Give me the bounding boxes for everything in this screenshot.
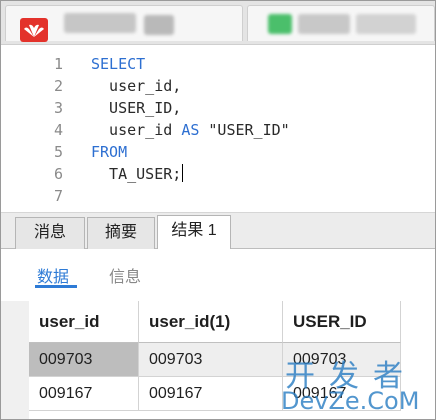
text-caret — [182, 164, 184, 182]
active-tab-underline — [35, 285, 77, 288]
column-header[interactable]: USER_ID — [283, 301, 401, 343]
table-cell[interactable]: 009703 — [283, 343, 401, 377]
blurred-tab-title — [64, 13, 136, 33]
row-header-gutter — [1, 301, 29, 419]
blurred-tab-icon — [268, 14, 292, 34]
line-number: 3 — [53, 99, 63, 117]
code-line-7: 7 — [1, 185, 435, 207]
line-number: 2 — [53, 77, 63, 95]
sql-keyword: AS — [181, 121, 200, 139]
code-text: FROM — [91, 141, 127, 163]
code-text: USER_ID, — [91, 99, 182, 117]
line-number: 6 — [53, 165, 63, 183]
blurred-tab-title — [144, 15, 174, 35]
line-number: 4 — [53, 121, 63, 139]
blurred-tab-title — [298, 14, 350, 34]
line-number: 5 — [53, 143, 63, 161]
sql-keyword: FROM — [91, 143, 128, 161]
blurred-tab-title — [356, 14, 416, 34]
code-fragment: TA_USER; — [91, 165, 182, 183]
result-grid[interactable]: user_id user_id(1) USER_ID 009703 009703… — [1, 301, 435, 419]
code-text: user_id AS "USER_ID" — [91, 119, 290, 141]
tab-result-1[interactable]: 结果 1 — [157, 215, 231, 250]
window-tab-1[interactable] — [5, 5, 243, 42]
code-text: SELECT — [91, 53, 145, 75]
table-cell[interactable]: 009167 — [29, 377, 139, 411]
tab-data[interactable]: 数据 — [37, 263, 69, 287]
tab-summary[interactable]: 摘要 — [87, 217, 155, 249]
table-cell[interactable]: 009703 — [139, 343, 283, 377]
tab-messages[interactable]: 消息 — [15, 217, 85, 249]
code-line-4: 4 user_id AS "USER_ID" — [1, 119, 435, 141]
sql-editor[interactable]: 1 SELECT 2 user_id, 3 USER_ID, 4 user_id… — [1, 45, 435, 213]
line-number: 7 — [53, 187, 63, 205]
code-text: user_id, — [91, 77, 182, 95]
sql-keyword: SELECT — [91, 55, 146, 73]
result-tab-bar: 消息 摘要 结果 1 — [1, 213, 435, 250]
result-sub-tabs: 数据 信息 — [1, 249, 435, 301]
window-tab-bar — [1, 1, 435, 45]
code-text: TA_USER; — [91, 163, 184, 185]
table-cell-selected[interactable]: 009703 — [29, 343, 139, 377]
code-line-6: 6 TA_USER; — [1, 163, 435, 185]
code-line-1: 1 SELECT — [1, 53, 435, 75]
tab-info[interactable]: 信息 — [109, 263, 141, 287]
line-number: 1 — [53, 55, 63, 73]
column-header[interactable]: user_id(1) — [139, 301, 283, 343]
table-cell[interactable]: 009167 — [283, 377, 401, 411]
code-fragment: user_id — [91, 121, 182, 139]
code-line-3: 3 USER_ID, — [1, 97, 435, 119]
code-fragment: "USER_ID" — [199, 121, 290, 139]
window-tab-2[interactable] — [247, 5, 435, 41]
code-line-2: 2 user_id, — [1, 75, 435, 97]
column-header[interactable]: user_id — [29, 301, 139, 343]
table-cell[interactable]: 009167 — [139, 377, 283, 411]
app-window: 1 SELECT 2 user_id, 3 USER_ID, 4 user_id… — [0, 0, 436, 420]
huawei-logo-icon — [20, 18, 48, 42]
code-line-5: 5 FROM — [1, 141, 435, 163]
